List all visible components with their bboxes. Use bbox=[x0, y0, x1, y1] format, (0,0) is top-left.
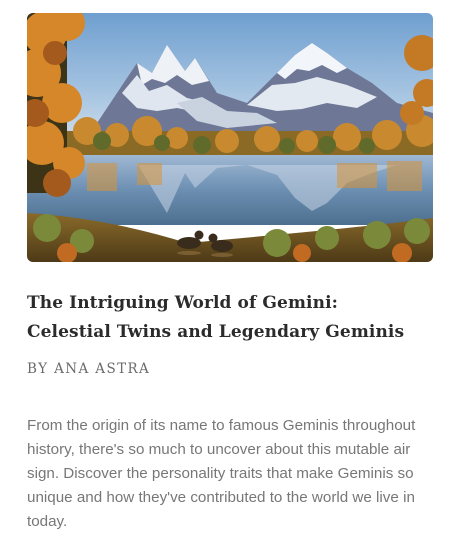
article-excerpt: From the origin of its name to famous Ge… bbox=[27, 417, 416, 530]
article-card[interactable]: The Intriguing World of Gemini: Celestia… bbox=[0, 0, 452, 533]
article-title[interactable]: The Intriguing World of Gemini: Celestia… bbox=[27, 289, 427, 347]
landscape-painting-image bbox=[27, 13, 433, 262]
article-image-link[interactable] bbox=[27, 13, 433, 262]
article-byline: BY ANA ASTRA bbox=[27, 361, 151, 377]
